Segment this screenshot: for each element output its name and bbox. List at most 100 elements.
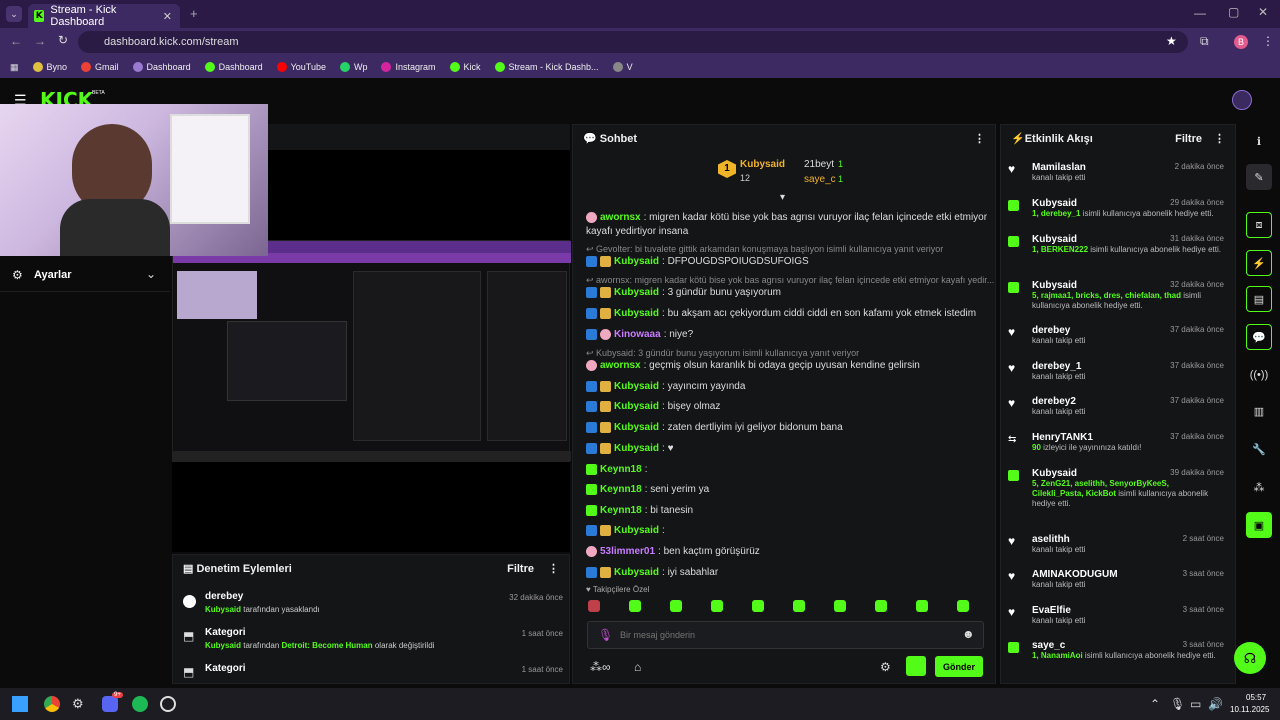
minimize-icon[interactable]: — — [1194, 6, 1206, 20]
chat-username[interactable]: Kubysaid — [614, 256, 659, 267]
support-icon[interactable]: ☊ — [1234, 642, 1266, 674]
activity-highlight[interactable]: 5, rajmaa1, bricks, dres, chiefalan, tha… — [1032, 291, 1181, 300]
kebab-icon[interactable]: ⋮ — [548, 563, 559, 575]
bookmark-item[interactable]: Instagram — [381, 62, 436, 72]
reload-icon[interactable]: ↻ — [58, 33, 68, 47]
stream-video-preview[interactable] — [172, 240, 571, 462]
bookmark-item[interactable]: Stream - Kick Dashb... — [494, 62, 599, 72]
apps-icon[interactable]: ⁂ — [1246, 474, 1272, 500]
bookmark-item[interactable]: Byno — [32, 62, 67, 72]
bookmark-star-icon[interactable]: ★ — [1166, 34, 1177, 48]
browser-tab-active[interactable]: K Stream - Kick Dashboard ✕ — [28, 4, 180, 28]
apps-grid-icon[interactable]: ▦ — [10, 62, 19, 73]
emote-tab[interactable]: ♥ Takipçilere Özel — [586, 585, 649, 594]
kebab-icon[interactable]: ⋮ — [974, 132, 985, 145]
chat-leaderboard[interactable]: 1 Kubysaid 12 21beyt 1 saye_c 1 — [718, 156, 868, 186]
chrome-icon[interactable] — [44, 696, 60, 712]
info-icon[interactable]: ℹ — [1246, 128, 1272, 154]
chat-username[interactable]: 53limmer01 — [600, 546, 655, 557]
send-button[interactable]: Gönder — [935, 656, 983, 677]
actor-link[interactable]: Kubysaid — [205, 605, 241, 614]
activity-highlight[interactable]: 1, derebey_1 — [1032, 209, 1080, 218]
emote-icon[interactable] — [916, 600, 928, 612]
emote-icon[interactable] — [711, 600, 723, 612]
user-avatar[interactable] — [1232, 90, 1252, 110]
flash-icon[interactable]: ⚡ — [1246, 250, 1272, 276]
volume-icon[interactable]: 🔊 — [1208, 697, 1223, 711]
chat-username[interactable]: Kubysaid — [614, 381, 659, 392]
gear-icon[interactable]: ⚙ — [880, 660, 891, 674]
queue-icon[interactable]: ▥ — [1246, 398, 1272, 424]
microphone-icon[interactable]: 🎙 — [598, 628, 613, 642]
chat-username[interactable]: Kubysaid — [614, 308, 659, 319]
tray-chevron-icon[interactable]: ⌃ — [1150, 697, 1160, 711]
chat-username[interactable]: Kubysaid — [614, 443, 659, 454]
chat-username[interactable]: Kinowaaa — [614, 329, 661, 340]
filter-button[interactable]: Filtre — [1175, 133, 1202, 145]
profile-avatar[interactable]: B — [1234, 35, 1248, 49]
edit-icon[interactable]: ✎ — [1246, 164, 1272, 190]
activity-highlight[interactable]: 1, NanamiAoi — [1032, 651, 1083, 660]
emote-icon[interactable] — [957, 600, 969, 612]
emote-icon[interactable] — [670, 600, 682, 612]
chat-username[interactable]: Kubysaid — [614, 287, 659, 298]
back-icon[interactable]: ← — [10, 34, 22, 48]
emote-icon[interactable] — [629, 600, 641, 612]
close-tab-icon[interactable]: ✕ — [163, 10, 172, 23]
chat-input[interactable]: 🎙 ☻ — [587, 621, 984, 649]
actor-link[interactable]: Kubysaid — [205, 641, 241, 650]
activity-highlight[interactable]: 90 — [1032, 443, 1041, 452]
windows-start-icon[interactable] — [12, 696, 28, 712]
emoji-icon[interactable]: ☻ — [962, 627, 975, 641]
settings-section[interactable]: ⚙ Ayarlar ⌄ — [0, 258, 170, 292]
widgets-icon[interactable]: ⧈ — [1246, 212, 1272, 238]
steam-icon[interactable]: ⚙ — [72, 696, 84, 712]
discord-icon[interactable] — [102, 696, 118, 712]
collapse-icon[interactable]: ▾ — [780, 192, 785, 203]
tools-icon[interactable]: ⁂∞ — [590, 660, 611, 674]
bookmark-item[interactable]: V — [612, 62, 633, 72]
chat-username[interactable]: awornsx — [600, 360, 641, 371]
kebab-icon[interactable]: ⋮ — [1214, 133, 1225, 145]
bookmark-item[interactable]: Wp — [339, 62, 367, 72]
network-icon[interactable]: ▭ — [1190, 697, 1201, 711]
extensions-icon[interactable]: ⧉ — [1200, 34, 1209, 49]
activity-highlight[interactable]: 1, BERKEN222 — [1032, 245, 1088, 254]
emote-icon[interactable] — [752, 600, 764, 612]
emote-icon[interactable] — [793, 600, 805, 612]
reply-indicator[interactable]: ↩ awornsx: migren kadar kötü bise yok ba… — [586, 275, 994, 286]
chat-username[interactable]: Keynn18 — [600, 484, 642, 495]
bookmark-item[interactable]: Kick — [449, 62, 481, 72]
forward-icon[interactable]: → — [34, 34, 46, 48]
emote-icon[interactable] — [834, 600, 846, 612]
chevron-down-icon[interactable]: ⌄ — [146, 267, 156, 281]
close-window-icon[interactable]: ✕ — [1258, 5, 1268, 19]
bookmark-item[interactable]: Gmail — [81, 62, 119, 72]
bookmark-item[interactable]: YouTube — [276, 62, 326, 72]
broadcast-icon[interactable]: ((•)) — [1246, 362, 1272, 388]
tab-search-button[interactable]: ⌄ — [6, 6, 22, 22]
clock-time[interactable]: 05:57 — [1246, 693, 1266, 702]
wrench-icon[interactable]: 🔧 — [1246, 436, 1272, 462]
chat-username[interactable]: awornsx — [600, 212, 641, 223]
kick-app-icon[interactable]: ▣ — [1246, 512, 1272, 538]
clock-date[interactable]: 10.11.2025 — [1230, 705, 1269, 714]
chat-username[interactable]: Kubysaid — [614, 422, 659, 433]
reply-indicator[interactable]: ↩ Gevolter: bi tuvalete gittik arkamdan … — [586, 244, 943, 255]
url-bar[interactable]: dashboard.kick.com/stream — [78, 31, 1188, 53]
spotify-icon[interactable] — [132, 696, 148, 712]
chat-username[interactable]: Keynn18 — [600, 505, 642, 516]
clipboard-icon[interactable]: ▤ — [1246, 286, 1272, 312]
mic-tray-icon[interactable]: 🎙 — [1170, 697, 1185, 711]
emote-icon[interactable] — [875, 600, 887, 612]
kick-mod-icon[interactable] — [906, 656, 926, 676]
chat-username[interactable]: Kubysaid — [614, 525, 659, 536]
message-input[interactable] — [620, 627, 940, 643]
chat-username[interactable]: Kubysaid — [614, 401, 659, 412]
maximize-icon[interactable]: ▢ — [1228, 5, 1239, 19]
reply-indicator[interactable]: ↩ Kubysaid: 3 gündür bunu yaşıyorum isim… — [586, 348, 859, 359]
filter-button[interactable]: Filtre — [507, 563, 534, 575]
category-link[interactable]: Detroit: Become Human — [282, 641, 373, 650]
bookmark-item[interactable]: Dashboard — [132, 62, 191, 72]
new-tab-icon[interactable]: + — [190, 6, 198, 21]
